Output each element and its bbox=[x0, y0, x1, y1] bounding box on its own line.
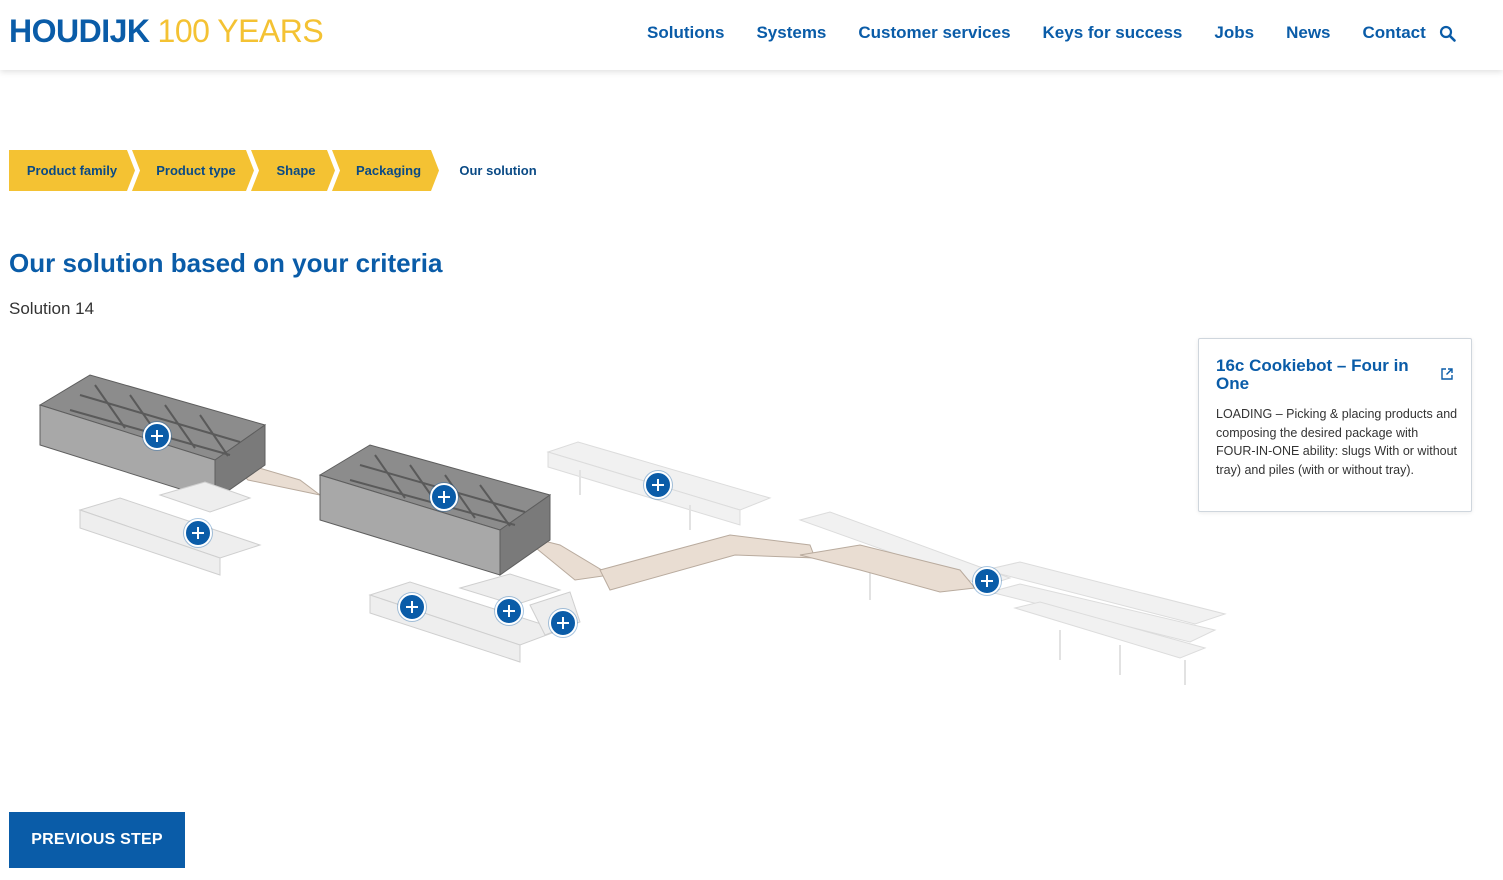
step-our-solution: Our solution bbox=[459, 163, 537, 178]
main-nav: Solutions Systems Customer services Keys… bbox=[647, 23, 1458, 43]
nav-news[interactable]: News bbox=[1286, 23, 1330, 43]
hotspot-packer-left[interactable] bbox=[184, 519, 212, 547]
hotspot-packer-a[interactable] bbox=[398, 593, 426, 621]
nav-solutions[interactable]: Solutions bbox=[647, 23, 724, 43]
step-product-family[interactable]: Product family bbox=[9, 150, 135, 191]
nav-customer-services[interactable]: Customer services bbox=[858, 23, 1010, 43]
hotspot-packer-b[interactable] bbox=[495, 597, 523, 625]
production-line-illustration bbox=[38, 374, 1227, 685]
hotspot-conveyor-table[interactable] bbox=[644, 471, 672, 499]
nav-keys-for-success[interactable]: Keys for success bbox=[1043, 23, 1183, 43]
step-packaging[interactable]: Packaging bbox=[332, 150, 439, 191]
logo-years: 100 YEARS bbox=[157, 13, 324, 49]
hotspot-outfeed[interactable] bbox=[973, 567, 1001, 595]
solution-label: Solution 14 bbox=[9, 299, 95, 318]
hotspot-cookiebot-middle[interactable] bbox=[430, 483, 458, 511]
site-header: HOUDIJK 100 YEARS Solutions Systems Custo… bbox=[0, 0, 1503, 70]
logo-brand: HOUDIJK bbox=[9, 13, 150, 49]
card-title[interactable]: 16c Cookiebot – Four in One bbox=[1216, 357, 1421, 393]
search-icon[interactable] bbox=[1438, 24, 1458, 44]
card-description: LOADING – Picking & placing products and… bbox=[1216, 407, 1458, 477]
production-line-diagram bbox=[0, 330, 1260, 710]
external-link-icon[interactable] bbox=[1440, 367, 1454, 381]
nav-jobs[interactable]: Jobs bbox=[1214, 23, 1254, 43]
step-product-type[interactable]: Product type bbox=[132, 150, 254, 191]
solution-info-card: 16c Cookiebot – Four in One LOADING – Pi… bbox=[1198, 338, 1472, 512]
nav-systems[interactable]: Systems bbox=[756, 23, 826, 43]
step-shape[interactable]: Shape bbox=[251, 150, 335, 191]
logo[interactable]: HOUDIJK 100 YEARS bbox=[9, 12, 324, 50]
previous-step-button[interactable]: PREVIOUS STEP bbox=[9, 812, 185, 868]
page-title: Our solution based on your criteria bbox=[9, 248, 443, 278]
hotspot-cookiebot-left[interactable] bbox=[143, 422, 171, 450]
nav-contact[interactable]: Contact bbox=[1363, 23, 1426, 43]
hotspot-packer-c[interactable] bbox=[549, 609, 577, 637]
